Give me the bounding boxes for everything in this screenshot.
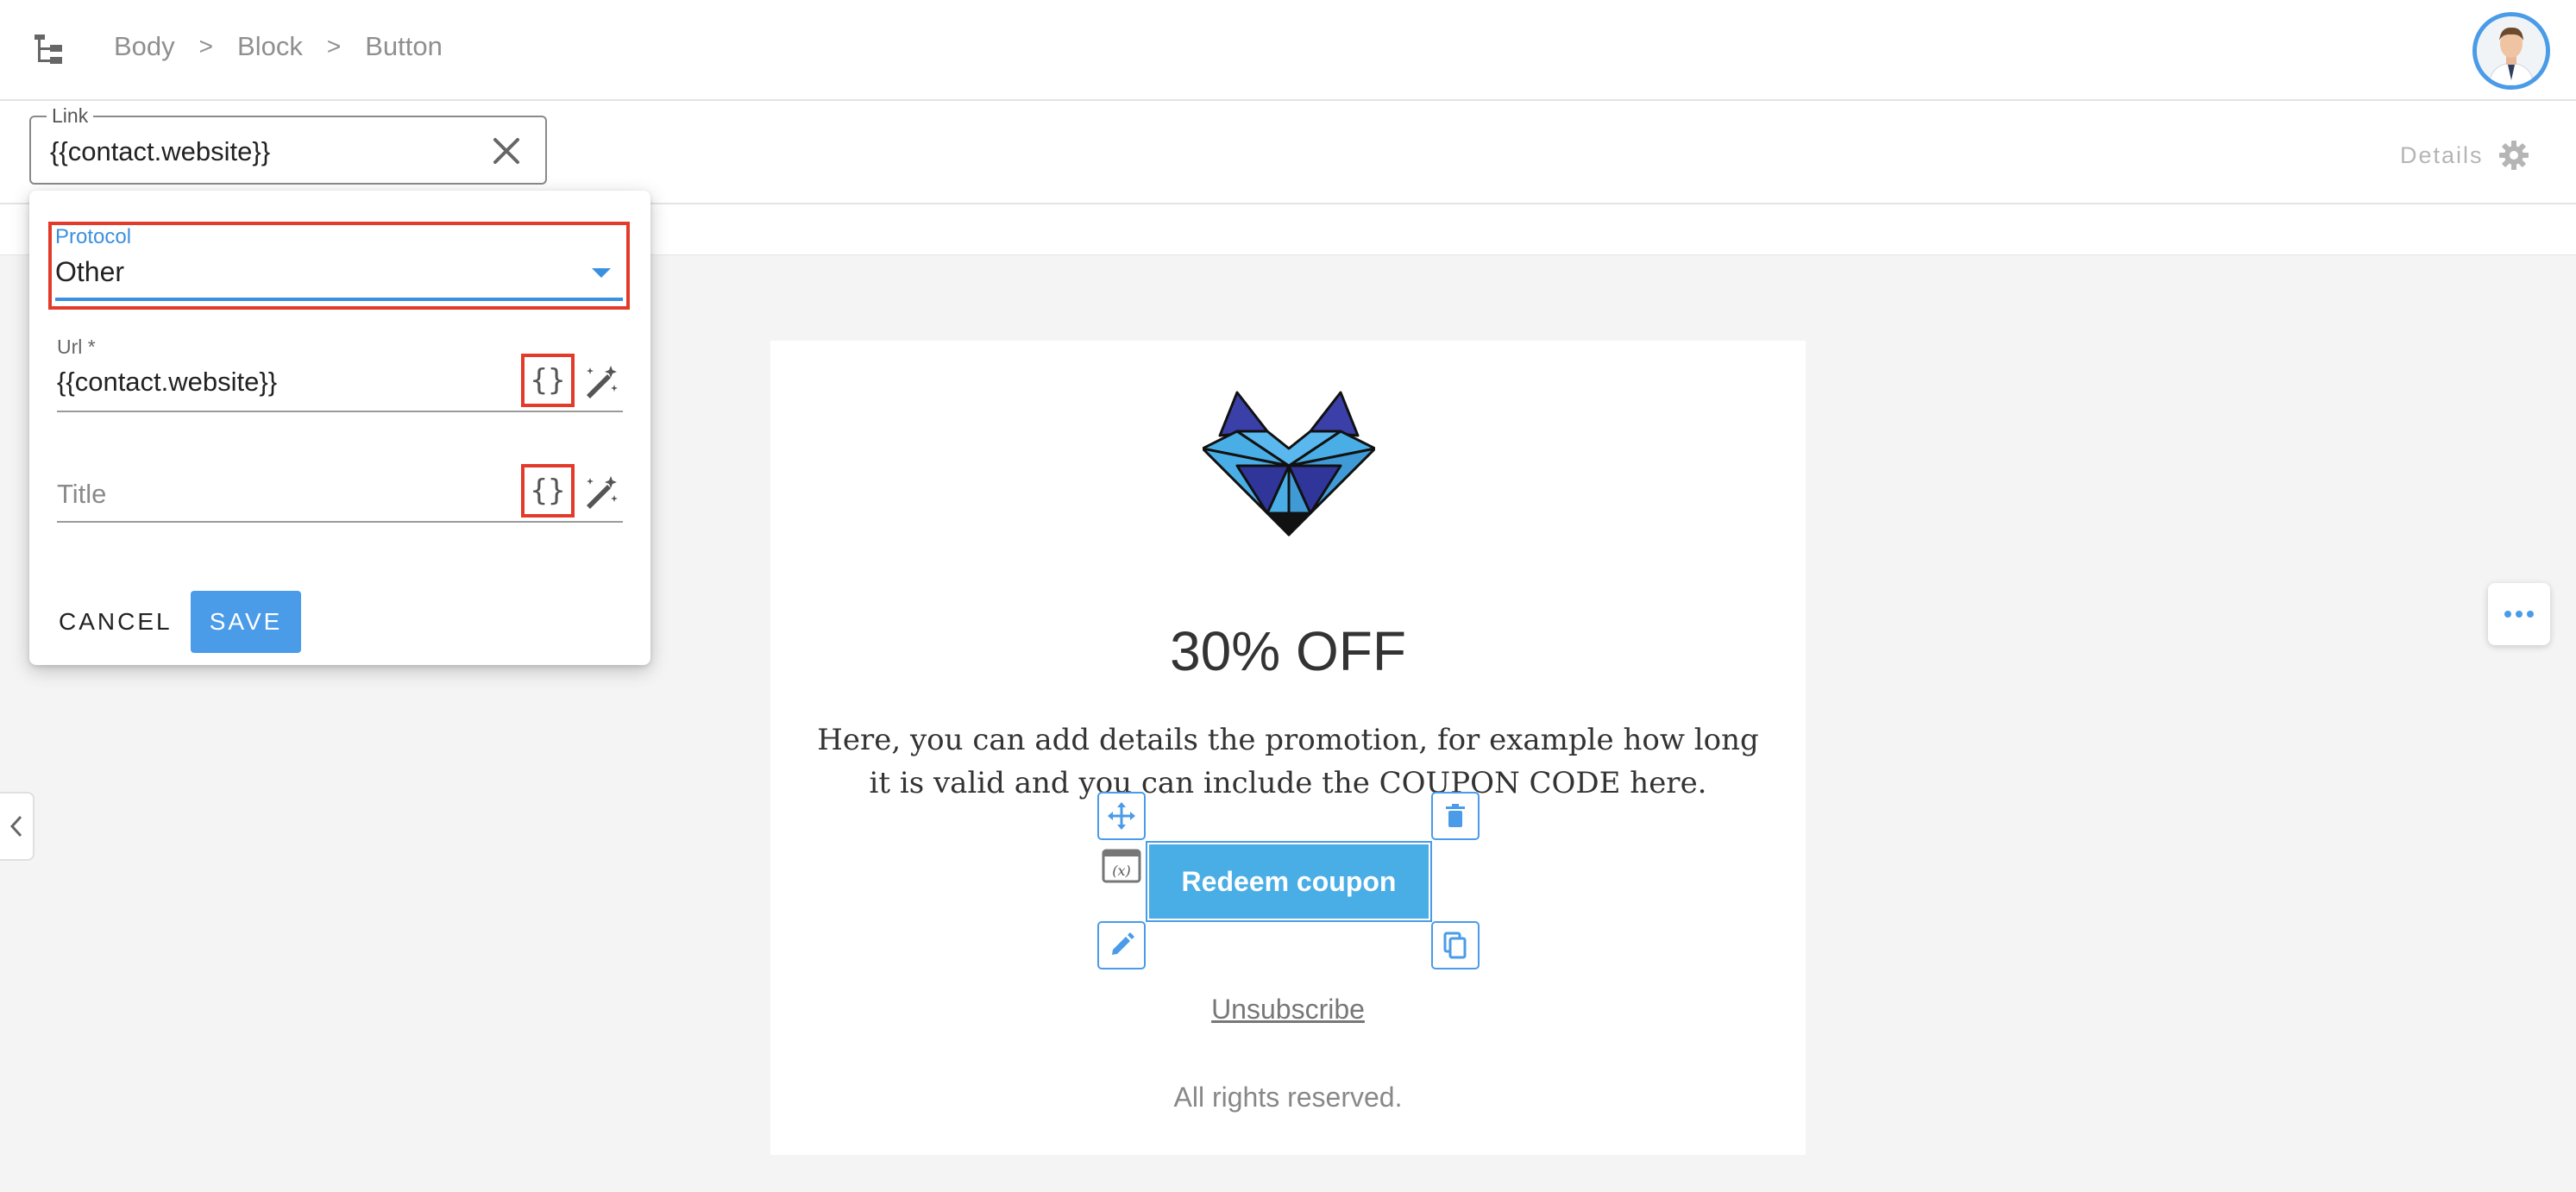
link-field-value[interactable]: {{contact.website}} [50,136,270,167]
breadcrumb-separator: > [326,33,342,60]
avatar-image [2477,16,2546,85]
chevron-down-icon[interactable] [592,268,611,278]
promo-text: Here, you can add details the promotion,… [817,723,1759,800]
magic-wand-icon[interactable] [581,473,619,511]
details-label: Details [2400,141,2484,168]
title-input[interactable]: Title [57,479,106,510]
link-field-label: Link [47,104,94,128]
copy-icon [1443,932,1467,959]
side-panel-toggle[interactable] [0,792,35,861]
svg-text:(x): (x) [1112,863,1131,879]
unsubscribe-link[interactable]: Unsubscribe [770,994,1806,1026]
braces-icon: {} [530,363,566,398]
move-icon [1108,802,1135,830]
url-input[interactable]: {{contact.website}} [57,367,277,398]
move-handle[interactable] [1097,792,1146,840]
title-variable-button[interactable]: {} [521,464,575,518]
fox-logo [1203,391,1375,536]
gear-icon [2498,141,2529,170]
close-icon[interactable] [490,135,523,167]
save-button[interactable]: SAVE [191,591,301,653]
rights-text: All rights reserved. [1173,1082,1403,1113]
protocol-underline [55,298,623,301]
url-label: Url * [57,336,96,358]
headline: 30% OFF [1170,620,1406,682]
url-variable-button[interactable]: {} [521,354,575,407]
protocol-select[interactable]: Other [55,256,124,288]
title-underline [57,521,623,523]
edit-handle[interactable] [1097,921,1146,969]
braces-icon: {} [530,474,566,508]
breadcrumb: Body > Block > Button [114,31,443,62]
breadcrumb-block[interactable]: Block [237,31,303,62]
breadcrumb-body[interactable]: Body [114,31,175,62]
trash-icon [1446,804,1465,827]
protocol-label: Protocol [55,225,132,248]
url-underline [57,411,623,412]
more-icon [2504,611,2534,618]
breadcrumb-separator: > [198,33,214,60]
chevron-left-icon [9,815,22,838]
edit-icon [1112,932,1134,955]
more-options-button[interactable] [2488,583,2550,645]
details-button[interactable]: Details [2400,139,2530,172]
avatar[interactable] [2472,12,2550,90]
top-bar: Body > Block > Button [0,0,2576,101]
link-settings-popup: Protocol Other Url * {{contact.website}}… [29,191,650,665]
delete-handle[interactable] [1431,792,1480,840]
variable-icon[interactable]: (x) [1102,849,1141,883]
breadcrumb-button[interactable]: Button [365,31,443,62]
protocol-highlight [48,222,630,310]
cancel-button[interactable]: CANCEL [59,608,173,636]
magic-wand-icon[interactable] [581,362,619,400]
copy-handle[interactable] [1431,921,1480,969]
link-field[interactable]: Link {{contact.website}} [29,104,547,185]
tree-structure-icon[interactable] [33,33,71,67]
link-toolbar: Link {{contact.website}} Details [0,101,2576,204]
redeem-coupon-button[interactable]: Redeem coupon [1149,844,1429,919]
